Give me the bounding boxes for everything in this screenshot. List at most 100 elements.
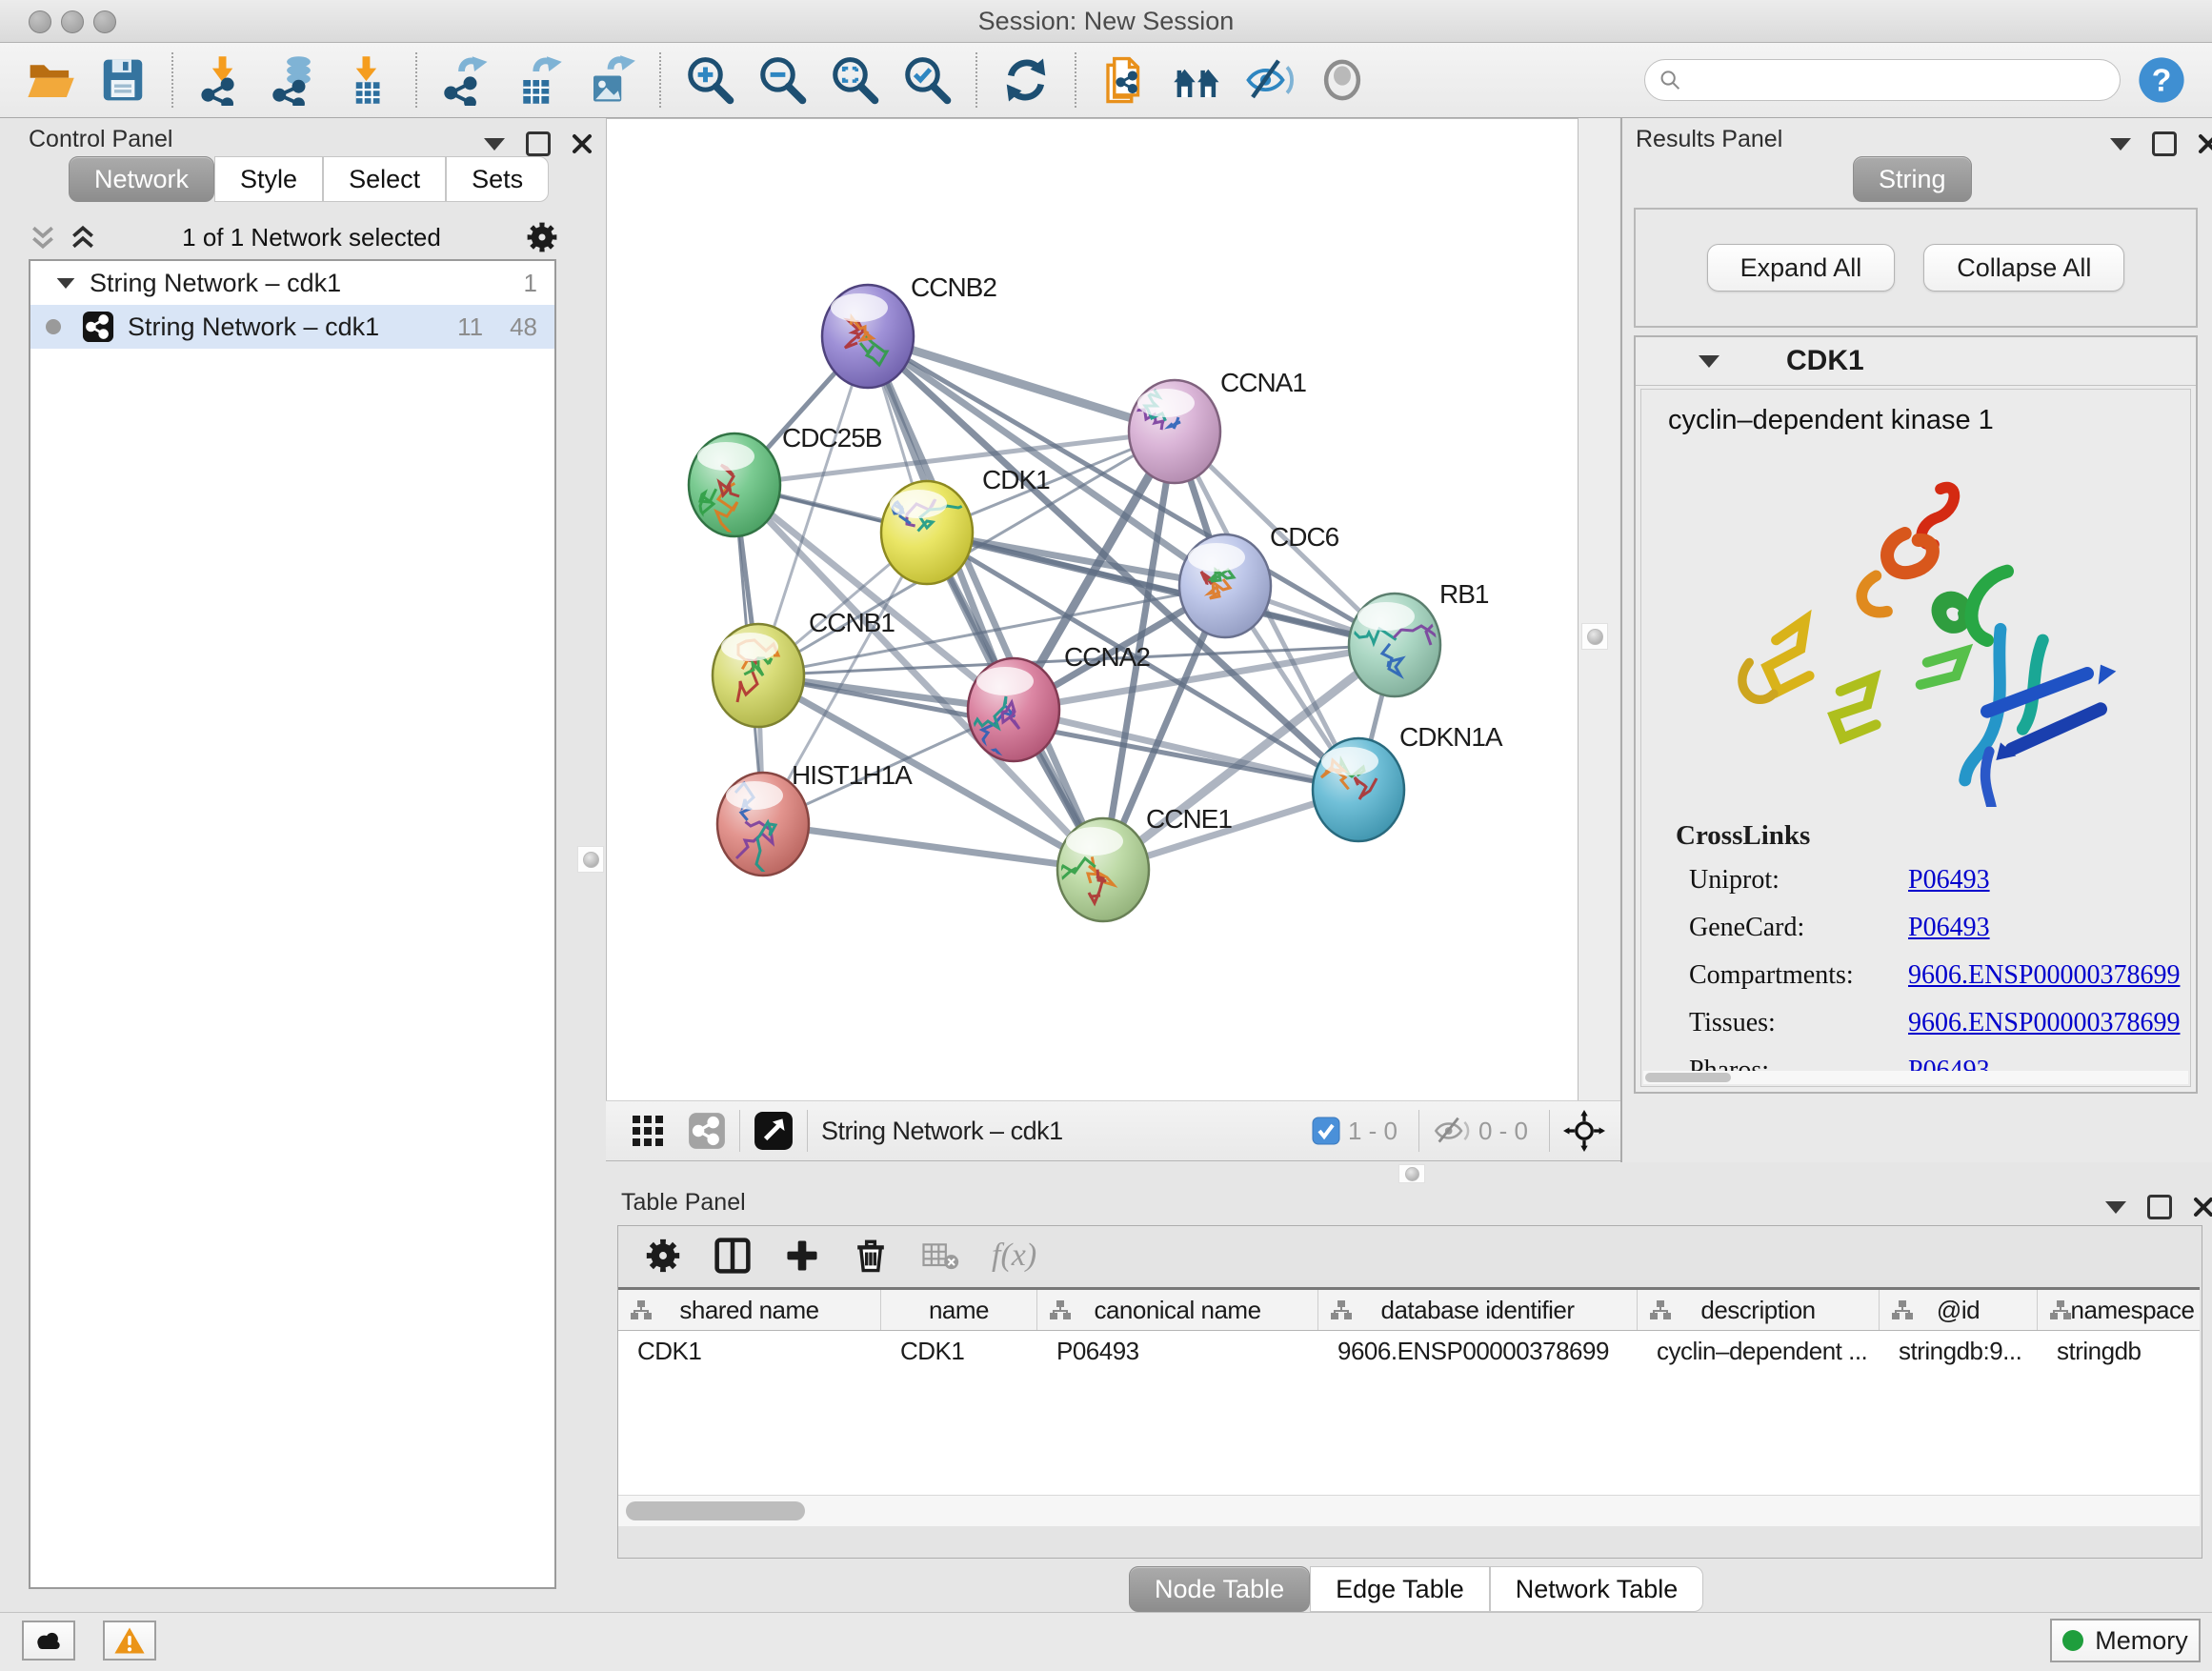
network-collection-row[interactable]: String Network – cdk1 1 (30, 261, 554, 305)
tab-network-table[interactable]: Network Table (1490, 1566, 1704, 1612)
cloud-status-button[interactable] (22, 1621, 75, 1661)
crosslink-link[interactable]: P06493 (1908, 913, 1990, 943)
eye-icon[interactable] (1311, 49, 1374, 111)
network-node[interactable]: RB1 (1349, 579, 1489, 696)
network-node[interactable]: HIST1H1A (717, 760, 913, 877)
table-cell[interactable]: CDK1 (618, 1331, 881, 1371)
column-header[interactable]: name (881, 1290, 1037, 1330)
tab-network[interactable]: Network (69, 156, 214, 202)
collapse-all-button[interactable]: Collapse All (1923, 244, 2124, 292)
selected-checkbox-icon[interactable] (1312, 1117, 1340, 1145)
table-cell[interactable]: CDK1 (881, 1331, 1037, 1371)
import-database-icon[interactable] (263, 49, 326, 111)
import-table-icon[interactable] (335, 49, 398, 111)
column-header[interactable]: @id (1880, 1290, 2038, 1330)
network-node[interactable]: CCNA1 (1129, 368, 1306, 483)
table-options-gear-icon[interactable] (645, 1238, 681, 1274)
home-pair-icon[interactable] (1166, 49, 1229, 111)
table-cell[interactable]: stringdb (2038, 1331, 2200, 1371)
close-panel-icon[interactable] (2198, 133, 2212, 154)
collapse-panel-icon[interactable] (484, 138, 505, 151)
tab-sets[interactable]: Sets (446, 156, 549, 202)
function-builder-icon[interactable]: f(x) (992, 1238, 1036, 1274)
network-canvas[interactable]: CCNB2CCNA1CDC25BCDK1CDC6RB1CCNB1CCNA2CDK… (606, 118, 1579, 1102)
collapse-all-icon[interactable] (29, 221, 57, 253)
zoom-selected-icon[interactable] (895, 49, 958, 111)
zoom-fit-icon[interactable] (823, 49, 886, 111)
right-splitter-handle[interactable] (1581, 623, 1608, 650)
export-table-icon[interactable] (507, 49, 570, 111)
export-network-icon[interactable] (434, 49, 497, 111)
import-network-icon[interactable] (191, 49, 253, 111)
column-header[interactable]: namespace (2038, 1290, 2200, 1330)
zoom-in-icon[interactable] (678, 49, 741, 111)
float-panel-icon[interactable] (2152, 131, 2177, 156)
network-options-gear-icon[interactable] (526, 221, 558, 253)
delete-column-icon[interactable] (853, 1238, 889, 1274)
birdseye-view-icon[interactable] (754, 1111, 794, 1151)
add-column-icon[interactable] (784, 1238, 820, 1274)
table-cell[interactable]: 9606.ENSP00000378699 (1318, 1331, 1638, 1371)
save-session-icon[interactable] (91, 49, 154, 111)
network-node[interactable]: CCNB1 (713, 608, 895, 727)
memory-button[interactable]: Memory (2050, 1619, 2201, 1662)
network-edge[interactable] (868, 336, 1175, 432)
grid-view-icon[interactable] (629, 1112, 667, 1150)
network-node[interactable]: CDC6 (1179, 522, 1339, 637)
tab-node-table[interactable]: Node Table (1129, 1566, 1310, 1612)
expand-all-icon[interactable] (69, 221, 97, 253)
hidden-items-eye-icon[interactable] (1433, 1115, 1471, 1147)
control-panel-tabs: Network Style Select Sets (69, 156, 549, 202)
zoom-out-icon[interactable] (751, 49, 814, 111)
table-row[interactable]: CDK1 CDK1 P06493 9606.ENSP00000378699 cy… (618, 1331, 2200, 1371)
search-input[interactable] (1681, 66, 2106, 95)
collection-expanded-icon[interactable] (57, 277, 75, 288)
collapse-panel-icon[interactable] (2105, 1201, 2126, 1214)
tab-style[interactable]: Style (214, 156, 323, 202)
float-panel-icon[interactable] (526, 131, 551, 156)
memory-label: Memory (2095, 1626, 2188, 1656)
close-panel-icon[interactable] (572, 133, 593, 154)
network-view-icon[interactable] (688, 1112, 726, 1150)
crosslink-link[interactable]: 9606.ENSP00000378699 (1908, 960, 2180, 991)
refresh-icon[interactable] (995, 49, 1057, 111)
tab-edge-table[interactable]: Edge Table (1310, 1566, 1490, 1612)
open-session-icon[interactable] (19, 49, 82, 111)
tab-string[interactable]: String (1853, 156, 1972, 202)
delete-table-icon[interactable] (921, 1239, 959, 1272)
left-splitter-handle[interactable] (577, 846, 604, 873)
control-panel-header-icons (484, 131, 593, 156)
network-node[interactable]: CDK1 (881, 465, 1050, 584)
network-row[interactable]: String Network – cdk1 11 48 (30, 305, 554, 349)
expand-all-button[interactable]: Expand All (1707, 244, 1896, 292)
crosslink-link[interactable]: P06493 (1908, 865, 1990, 896)
network-edge[interactable] (763, 824, 1103, 870)
network-node[interactable]: CDKN1A (1313, 722, 1503, 841)
column-header[interactable]: database identifier (1318, 1290, 1638, 1330)
tab-select[interactable]: Select (323, 156, 446, 202)
bottom-splitter-handle[interactable] (1398, 1164, 1425, 1183)
crosslink-link[interactable]: 9606.ENSP00000378699 (1908, 1008, 2180, 1038)
close-panel-icon[interactable] (2193, 1197, 2212, 1218)
column-header[interactable]: canonical name (1037, 1290, 1318, 1330)
table-cell[interactable]: stringdb:9... (1880, 1331, 2038, 1371)
warnings-button[interactable] (103, 1621, 156, 1661)
crosslink-row: GeneCard:P06493 (1689, 913, 2180, 943)
share-document-icon[interactable] (1094, 49, 1156, 111)
table-cell[interactable]: cyclin–dependent ... (1638, 1331, 1880, 1371)
node-result-header[interactable]: CDK1 (1636, 337, 2196, 386)
entry-expanded-icon[interactable] (1699, 355, 1719, 368)
table-horizontal-scrollbar[interactable] (618, 1495, 2200, 1526)
search-field[interactable] (1644, 59, 2121, 101)
results-horizontal-scrollbar[interactable] (1643, 1071, 2188, 1084)
collapse-panel-icon[interactable] (2110, 138, 2131, 151)
fit-content-crosshair-icon[interactable] (1563, 1110, 1605, 1152)
column-header[interactable]: shared name (618, 1290, 881, 1330)
column-header[interactable]: description (1638, 1290, 1880, 1330)
show-columns-icon[interactable] (714, 1237, 752, 1275)
table-cell[interactable]: P06493 (1037, 1331, 1318, 1371)
export-image-icon[interactable] (579, 49, 642, 111)
help-icon[interactable]: ? (2130, 49, 2193, 111)
float-panel-icon[interactable] (2147, 1195, 2172, 1219)
hide-panel-eye-icon[interactable] (1238, 49, 1301, 111)
